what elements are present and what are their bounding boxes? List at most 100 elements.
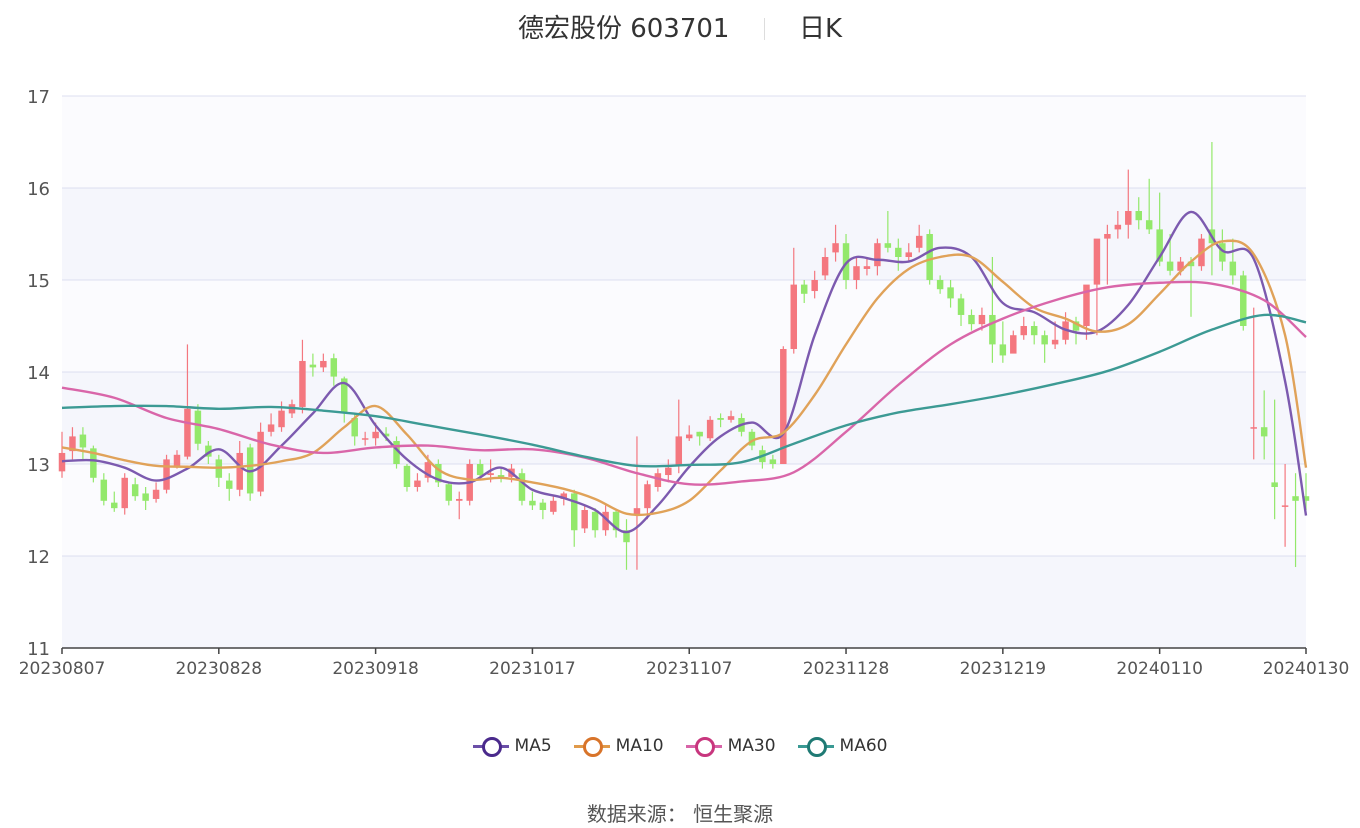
- data-source: 数据来源： 恒生聚源: [586, 802, 774, 826]
- candle-body: [100, 479, 108, 501]
- candle-body: [853, 266, 860, 280]
- candle-body: [518, 473, 526, 501]
- legend-ma60-label: MA60: [839, 736, 888, 756]
- candle: [257, 422, 264, 497]
- y-tick-label: 15: [27, 271, 50, 292]
- candlestick-chart: 11121314151617 20230807 20230828 20230918 2…: [19, 87, 1350, 679]
- x-tick-label: 20240130: [1263, 659, 1350, 679]
- candle-body: [414, 480, 421, 487]
- candle-body: [999, 344, 1007, 356]
- x-tick-label: 20230918: [332, 659, 419, 679]
- candle-body: [267, 424, 275, 432]
- legend-item-ma30[interactable]: MA30: [685, 736, 776, 757]
- candle-body: [905, 252, 912, 257]
- legend-ma5-label: MA5: [514, 736, 552, 756]
- candle-body: [330, 358, 338, 377]
- x-tick-label: 20230807: [19, 659, 106, 679]
- candle-body: [1104, 234, 1111, 239]
- chart-root: 德宏股份 603701 日K 11 12 13 14 15 16 17 20230807 20…: [0, 0, 1360, 828]
- candle-body: [915, 235, 923, 248]
- candle-body: [121, 477, 128, 509]
- candle-body: [968, 314, 975, 325]
- candle-body: [487, 473, 494, 476]
- candle-body: [1281, 505, 1289, 507]
- candle-body: [131, 484, 139, 497]
- candle-body: [957, 298, 965, 315]
- x-tick-label: 20230828: [176, 659, 263, 679]
- candle: [706, 416, 714, 441]
- candle-body: [863, 266, 871, 269]
- y-tick-label: 17: [27, 87, 50, 108]
- y-tick-label: 13: [27, 455, 50, 476]
- legend-item-ma5[interactable]: MA5: [472, 736, 552, 757]
- candle-body: [665, 467, 672, 476]
- candle: [90, 445, 97, 483]
- y-axis: 11 12 13 14 15 16 17: [27, 87, 50, 660]
- legend-ma5-symbol: [472, 736, 509, 757]
- legend-ma30-label: MA30: [727, 736, 776, 756]
- candle-body: [821, 257, 829, 276]
- candle-body: [926, 234, 933, 280]
- candle-body: [769, 459, 777, 464]
- candle-body: [184, 408, 191, 457]
- candle-body: [278, 410, 285, 428]
- candle: [194, 404, 202, 451]
- candle-body: [591, 511, 599, 531]
- candle-body: [832, 243, 839, 253]
- legend-ma10-symbol: [573, 736, 610, 757]
- candle-body: [1166, 261, 1174, 271]
- candle-body: [727, 416, 735, 420]
- candle-body: [717, 418, 724, 420]
- candle-body: [372, 431, 379, 439]
- candle-body: [1093, 238, 1101, 285]
- candle-body: [1145, 220, 1153, 230]
- candle-body: [706, 419, 714, 439]
- candle-body: [1030, 326, 1038, 336]
- candle-body: [142, 493, 149, 501]
- candle-body: [675, 436, 683, 466]
- candle-body: [1260, 427, 1268, 437]
- candle-body: [936, 280, 944, 290]
- x-tick-label: 20240110: [1116, 659, 1203, 679]
- candle-body: [1292, 496, 1299, 501]
- candle-body: [476, 464, 484, 476]
- candle-body: [226, 480, 233, 489]
- candle-body: [570, 493, 578, 531]
- legend-item-ma60[interactable]: MA60: [797, 736, 888, 757]
- candle-body: [947, 287, 954, 299]
- candle: [163, 454, 170, 494]
- candle-body: [800, 284, 808, 294]
- candle-body: [79, 434, 87, 448]
- candle: [926, 229, 933, 285]
- y-tick-label: 14: [27, 363, 50, 384]
- candle-body: [1271, 482, 1278, 487]
- candle: [1240, 270, 1247, 331]
- legend-ma60-symbol: [797, 736, 834, 757]
- x-tick-label: 20231219: [960, 659, 1047, 679]
- plot-band: [62, 96, 1306, 188]
- plot-band: [62, 280, 1306, 372]
- candle-body: [1229, 261, 1237, 276]
- candle-body: [529, 500, 536, 506]
- y-tick-label: 12: [27, 547, 50, 568]
- candle-body: [811, 280, 818, 292]
- y-tick-label: 11: [27, 639, 50, 660]
- candle-body: [644, 484, 651, 509]
- x-axis: 20230807 20230828 20230918 20231017 20231107…: [19, 647, 1350, 679]
- candle-body: [299, 360, 306, 407]
- candle-body: [1135, 211, 1142, 221]
- candle-body: [1114, 224, 1122, 230]
- candle-body: [1020, 326, 1027, 336]
- legend-ma10-label: MA10: [615, 736, 664, 756]
- candle-body: [874, 243, 881, 267]
- candle-body: [1250, 427, 1257, 429]
- candle-body: [403, 465, 411, 487]
- candle-body: [194, 410, 202, 444]
- candle-body: [790, 284, 798, 349]
- candle-body: [1125, 211, 1132, 225]
- candle-body: [1010, 335, 1017, 354]
- legend: MA5 MA10 MA30 MA60: [0, 736, 1360, 757]
- legend-ma30-symbol: [685, 736, 722, 757]
- candle-body: [884, 243, 892, 248]
- legend-item-ma10[interactable]: MA10: [573, 736, 664, 757]
